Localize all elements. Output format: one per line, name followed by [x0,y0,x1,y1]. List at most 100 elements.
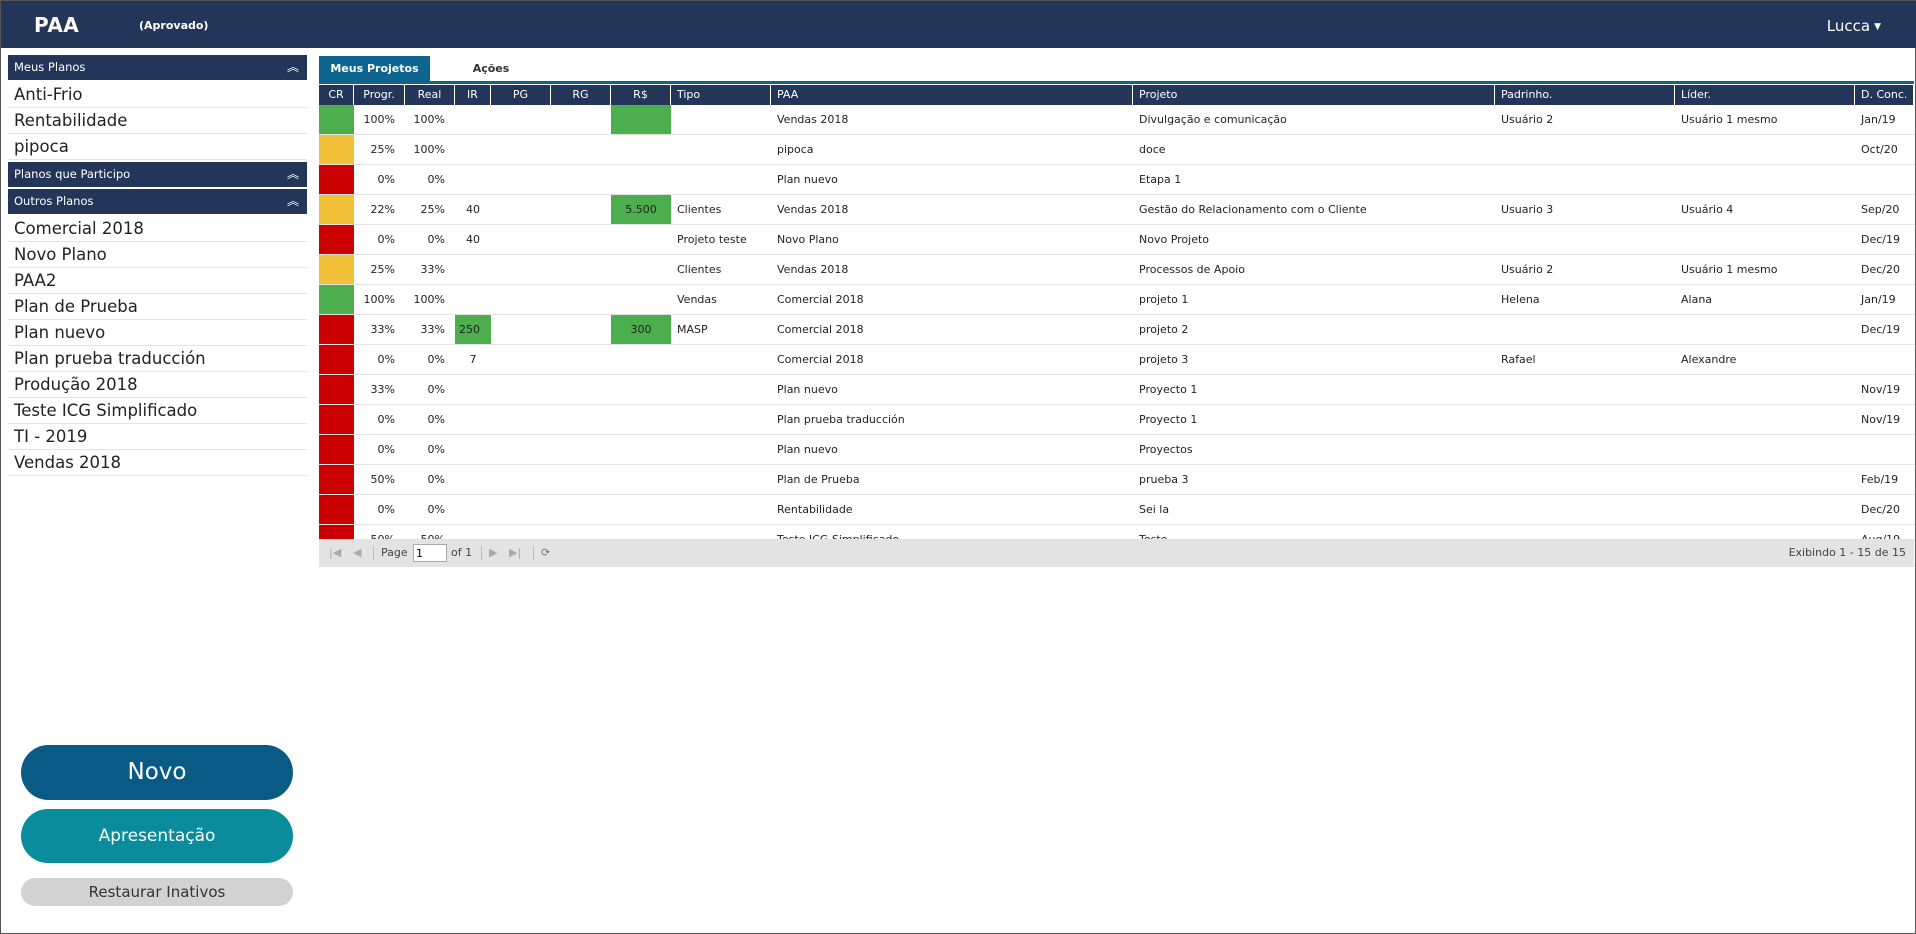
column-header[interactable]: PAA [771,85,1133,105]
cell-rg [551,105,611,134]
cell-rs [611,135,671,164]
cell-tipo [671,495,771,524]
cell-rg [551,465,611,494]
plan-item[interactable]: Rentabilidade [8,108,307,134]
plan-item[interactable]: pipoca [8,134,307,160]
plan-item[interactable]: Plan prueba traducción [8,346,307,372]
plan-item[interactable]: Vendas 2018 [8,450,307,476]
table-row[interactable]: 0% 0% 7 Comercial 2018 projeto 3 Rafael Alexan… [319,345,1914,375]
cell-dconc: Feb/19 [1861,473,1899,486]
user-menu[interactable]: Lucca ▼ [1827,17,1881,35]
cell-padrinho [1495,315,1675,344]
cell-projeto: projeto 1 [1139,293,1189,306]
plan-item[interactable]: Teste ICG Simplificado [8,398,307,424]
last-page-icon[interactable]: ▶| [509,539,521,567]
cell-paa: Comercial 2018 [777,353,864,366]
chevron-double-up-icon[interactable]: ︽ [287,162,299,187]
cell-projeto: Proyecto 1 [1139,383,1198,396]
cell-tipo [671,105,771,134]
cell-pg [491,285,551,314]
table-row[interactable]: 25% 100% pipoca doce Oct/20 [319,135,1914,165]
cell-dconc: Dec/19 [1861,233,1900,246]
section-planos-participo[interactable]: Planos que Participo ︽ [8,162,307,187]
plan-item[interactable]: Produção 2018 [8,372,307,398]
table-row[interactable]: 0% 0% 40 Projeto teste Novo Plano Novo Projet… [319,225,1914,255]
column-header[interactable]: Líder. [1675,85,1855,105]
cell-projeto: Proyectos [1139,443,1193,456]
projects-grid: CR Progr. Real IR PG RG R$ Tipo PAA Projeto Padrin… [319,85,1914,555]
plan-item[interactable]: Novo Plano [8,242,307,268]
plan-item[interactable]: Anti-Frio [8,82,307,108]
cell-paa: pipoca [777,143,814,156]
table-row[interactable]: 33% 0% Plan nuevo Proyecto 1 Nov/19 [319,375,1914,405]
tab-meus-projetos[interactable]: Meus Projetos [319,56,430,81]
next-page-icon[interactable]: ▶ [489,539,497,567]
table-row[interactable]: 0% 0% Plan nuevo Etapa 1 [319,165,1914,195]
cell-projeto: Gestão do Relacionamento com o Cliente [1139,203,1367,216]
refresh-icon[interactable]: ⟳ [541,539,550,567]
cell-ir: 40 [466,233,480,246]
cell-real: 0% [427,353,445,366]
restaurar-inativos-button[interactable]: Restaurar Inativos [21,878,293,906]
prev-page-icon[interactable]: ◀ [353,539,361,567]
plan-item[interactable]: PAA2 [8,268,307,294]
page-input[interactable] [413,544,447,562]
plan-item[interactable]: Comercial 2018 [8,216,307,242]
plan-status: (Aprovado) [139,19,209,32]
cell-rs [611,465,671,494]
table-row[interactable]: 25% 33% Clientes Vendas 2018 Processos de Ap… [319,255,1914,285]
chevron-double-up-icon[interactable]: ︽ [287,55,299,80]
section-outros-planos[interactable]: Outros Planos ︽ [8,189,307,214]
cell-pg [491,255,551,284]
column-header[interactable]: Projeto [1133,85,1495,105]
novo-button[interactable]: Novo [21,745,293,800]
table-row[interactable]: 0% 0% Plan nuevo Proyectos [319,435,1914,465]
column-header[interactable]: R$ [611,85,671,105]
table-row[interactable]: 100% 100% Vendas Comercial 2018 projeto 1 Hel… [319,285,1914,315]
status-indicator [319,285,354,314]
column-header[interactable]: RG [551,85,611,105]
table-row[interactable]: 0% 0% Rentabilidade Sei la Dec/20 [319,495,1914,525]
cell-progr: 33% [370,323,395,336]
column-header[interactable]: CR [319,85,354,105]
plan-item[interactable]: Plan nuevo [8,320,307,346]
cell-progr: 0% [377,233,395,246]
cell-paa: Vendas 2018 [777,203,849,216]
tab-acoes-pendentes[interactable]: Ações Pendentes [441,56,541,100]
grid-header: CR Progr. Real IR PG RG R$ Tipo PAA Projeto Padrin… [319,85,1914,105]
section-meus-planos[interactable]: Meus Planos ︽ [8,55,307,80]
plan-item[interactable]: Plan de Prueba [8,294,307,320]
apresentacao-button[interactable]: Apresentação [21,809,293,863]
column-header[interactable]: Real [405,85,455,105]
caret-down-icon: ▼ [1874,22,1881,32]
cell-real: 100% [413,293,445,306]
table-row[interactable]: 0% 0% Plan prueba traducción Proyecto 1 Nov/… [319,405,1914,435]
cell-ir [455,135,491,164]
cell-rg [551,285,611,314]
cell-padrinho [1495,405,1675,434]
first-page-icon[interactable]: |◀ [329,539,341,567]
chevron-double-up-icon[interactable]: ︽ [287,189,299,214]
cell-rs: 300 [611,315,671,344]
table-row[interactable]: 50% 0% Plan de Prueba prueba 3 Feb/19 [319,465,1914,495]
column-header[interactable]: IR [455,85,491,105]
cell-pg [491,165,551,194]
page-label: Page [381,546,408,559]
plan-item[interactable]: TI - 2019 [8,424,307,450]
cell-ir [455,165,491,194]
cell-rs [611,495,671,524]
grid-pager: |◀ ◀ Page of 1 ▶ ▶| ⟳ Exibindo 1 - 15 de… [319,539,1914,567]
cell-rg [551,345,611,374]
column-header[interactable]: PG [491,85,551,105]
table-row[interactable]: 100% 100% Vendas 2018 Divulgação e comunica… [319,105,1914,135]
cell-dconc [1855,165,1914,194]
cell-rg [551,255,611,284]
table-row[interactable]: 33% 33% 250 300 MASP Comercial 2018 projeto 2 D… [319,315,1914,345]
cell-progr: 0% [377,443,395,456]
column-header[interactable]: Tipo [671,85,771,105]
column-header[interactable]: D. Conc. [1855,85,1914,105]
table-row[interactable]: 22% 25% 40 5.500 Clientes Vendas 2018 Gestão d… [319,195,1914,225]
cell-real: 0% [427,443,445,456]
column-header[interactable]: Progr. [354,85,405,105]
column-header[interactable]: Padrinho. [1495,85,1675,105]
